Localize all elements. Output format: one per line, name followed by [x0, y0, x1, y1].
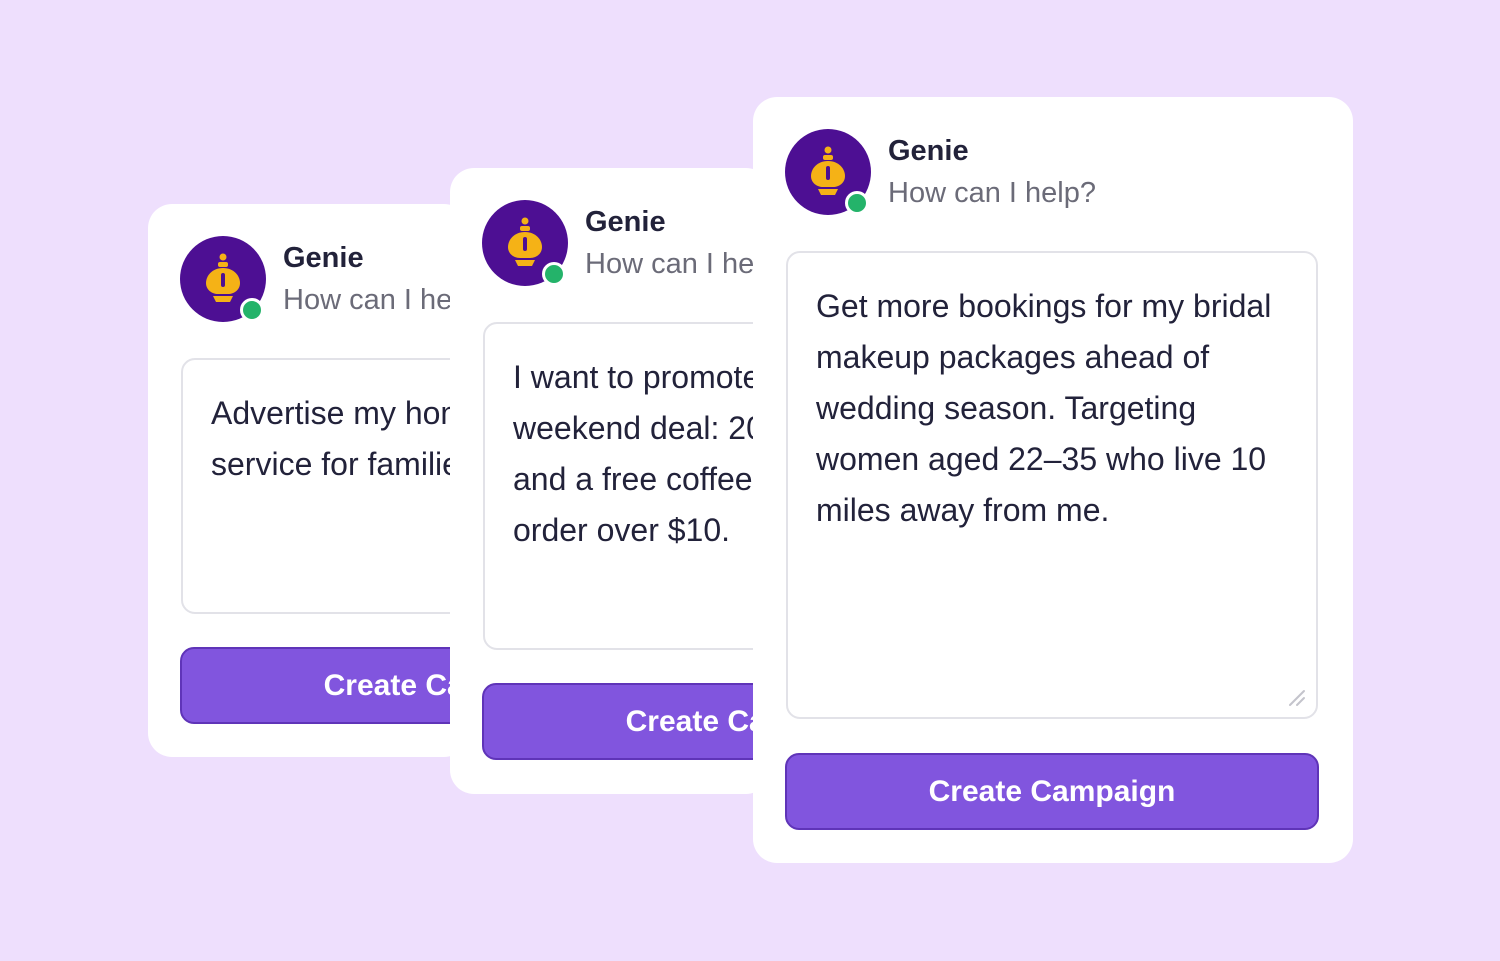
- create-campaign-button[interactable]: Create Campaign: [785, 753, 1319, 830]
- prompt-textarea[interactable]: I want to promote my bakery's weekend de…: [483, 322, 770, 650]
- genie-lamp-icon: [206, 253, 240, 302]
- prompt-text: Get more bookings for my bridal makeup p…: [816, 288, 1272, 528]
- prompt-textarea[interactable]: Advertise my home cleaning service for f…: [181, 358, 468, 614]
- genie-lamp-icon: [508, 217, 542, 266]
- online-status-dot: [240, 298, 264, 322]
- genie-card-3: Genie How can I help? Get more bookings …: [753, 97, 1353, 863]
- agent-name: Genie: [283, 242, 364, 274]
- genie-card-1: Genie How can I help? Advertise my home …: [148, 204, 468, 757]
- prompt-text: I want to promote my bakery's weekend de…: [513, 359, 770, 548]
- prompt-text: Advertise my home cleaning service for f…: [211, 395, 468, 482]
- resize-handle-icon[interactable]: [1284, 685, 1306, 707]
- agent-name: Genie: [585, 206, 666, 238]
- online-status-dot: [542, 262, 566, 286]
- genie-lamp-icon: [811, 146, 845, 195]
- agent-subtitle: How can I help?: [888, 177, 1096, 209]
- agent-name: Genie: [888, 135, 969, 167]
- create-campaign-button[interactable]: Create Campaign: [482, 683, 770, 760]
- prompt-textarea[interactable]: Get more bookings for my bridal makeup p…: [786, 251, 1318, 719]
- create-campaign-button[interactable]: Create Campaign: [180, 647, 468, 724]
- genie-card-2: Genie How can I help? I want to promote …: [450, 168, 770, 794]
- online-status-dot: [845, 191, 869, 215]
- agent-subtitle: How can I help?: [283, 284, 468, 316]
- agent-subtitle: How can I help?: [585, 248, 770, 280]
